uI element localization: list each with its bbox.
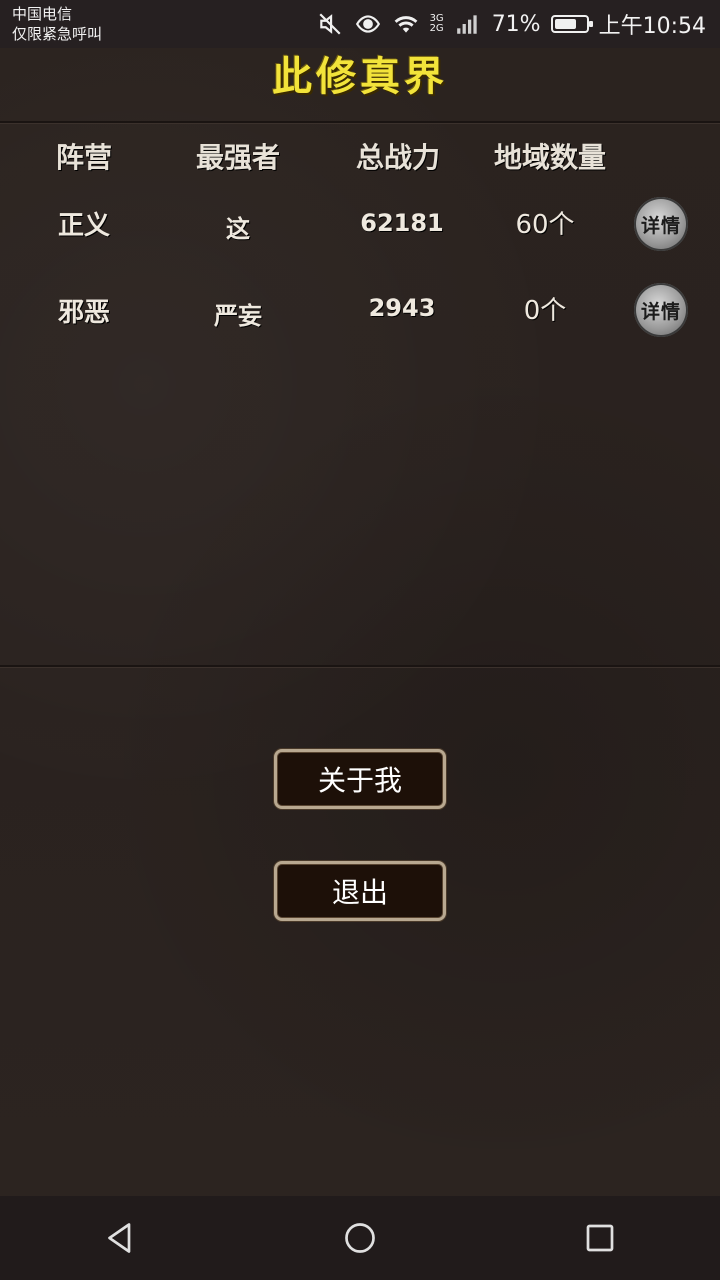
back-button[interactable] [80, 1208, 160, 1268]
faction-name: 邪恶 [57, 298, 110, 328]
carrier-name: 中国电信 [12, 5, 73, 23]
status-icons: 3G 2G 71% 上午10:54 [316, 8, 706, 40]
column-header-faction: 阵营 [55, 141, 112, 174]
network-type: 3G 2G [430, 14, 444, 34]
faction-name: 正义 [57, 211, 110, 241]
navigation-bar [0, 1196, 720, 1280]
region-count: 60个 [515, 210, 575, 240]
strongest-player: 严妄 [214, 301, 262, 330]
table-divider [0, 665, 720, 668]
home-icon [345, 1223, 375, 1253]
exit-button[interactable]: 退出 [274, 861, 446, 921]
home-button[interactable] [320, 1208, 400, 1268]
column-header-power: 总战力 [355, 141, 440, 174]
about-me-button[interactable]: 关于我 [274, 749, 446, 809]
status-bar: 中国电信 仅限紧急呼叫 3G 2G 71% 上午10:54 [0, 0, 720, 48]
clock: 上午10:54 [598, 14, 706, 39]
battery-percent: 71% [491, 11, 541, 37]
network-type-bottom: 2G [429, 23, 444, 34]
signal-icon [454, 10, 482, 38]
battery-level [554, 19, 576, 29]
detail-button-evil[interactable]: 详情 [634, 283, 688, 337]
column-header-regions: 地域数量 [493, 141, 606, 174]
battery-icon [550, 15, 593, 33]
total-power: 2943 [368, 294, 436, 322]
strongest-player: 这 [226, 214, 250, 243]
page-title: 此修真界 [272, 53, 448, 100]
emergency-only-text: 仅限紧急呼叫 [12, 25, 103, 43]
carrier-info: 中国电信 仅限紧急呼叫 [12, 4, 102, 44]
detail-button-justice[interactable]: 详情 [634, 197, 688, 251]
region-count: 0个 [523, 296, 567, 326]
eye-icon [354, 10, 382, 38]
wifi-icon [392, 10, 420, 38]
background [0, 0, 720, 1280]
total-power: 62181 [360, 209, 444, 237]
column-header-strongest: 最强者 [195, 141, 280, 174]
mute-icon [316, 10, 344, 38]
recents-icon [586, 1224, 614, 1252]
header-divider [0, 121, 720, 124]
back-icon [108, 1223, 131, 1253]
recents-button[interactable] [560, 1208, 640, 1268]
